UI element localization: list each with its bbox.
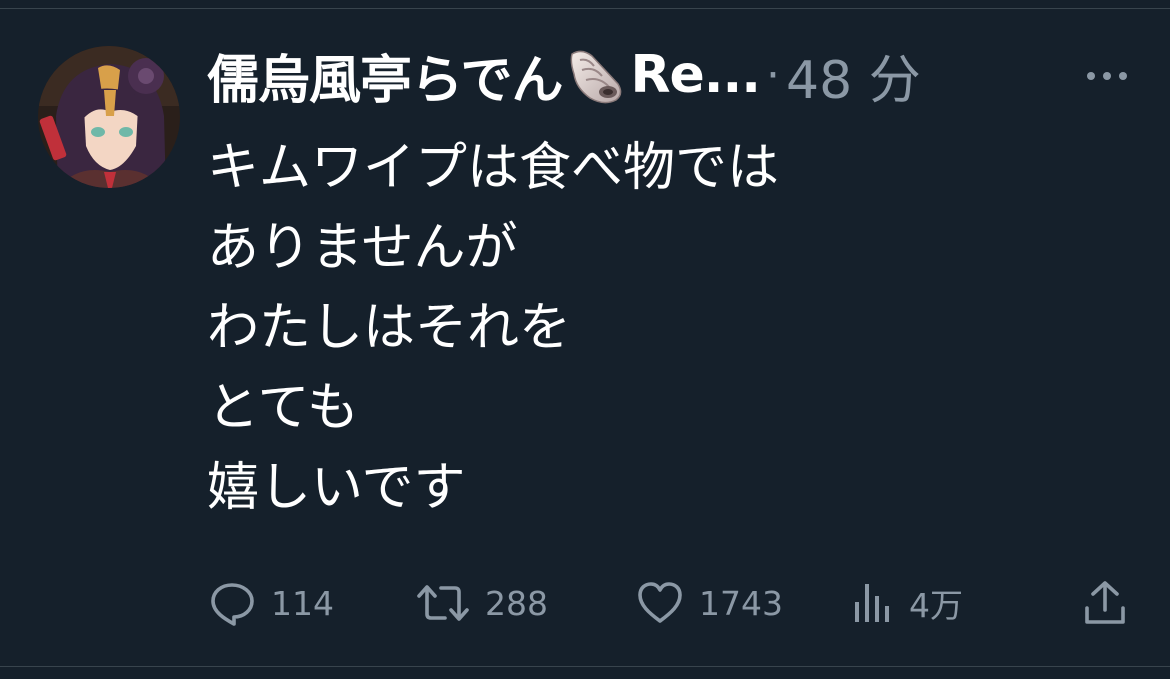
like-button[interactable]: 1743 bbox=[635, 578, 783, 628]
timestamp[interactable]: 48 分 bbox=[786, 38, 921, 113]
action-bar: 114 288 1743 4万 bbox=[207, 578, 1137, 628]
reply-icon bbox=[207, 578, 257, 628]
tweet-text-line: 嬉しいです bbox=[207, 458, 466, 518]
avatar[interactable] bbox=[38, 46, 180, 188]
bottom-divider bbox=[0, 666, 1170, 667]
heart-icon bbox=[635, 578, 685, 628]
display-name-suffix[interactable]: Re... bbox=[630, 45, 761, 105]
reply-button[interactable]: 114 bbox=[207, 578, 334, 628]
tweet-text-line: キムワイプは食べ物では bbox=[207, 138, 780, 198]
tweet-text-line: わたしはそれを bbox=[207, 298, 572, 358]
share-button[interactable] bbox=[1081, 578, 1129, 628]
tweet-text-line: とても bbox=[207, 378, 359, 438]
reply-count: 114 bbox=[271, 583, 334, 623]
spiral-shell-icon bbox=[566, 44, 628, 106]
display-name[interactable]: 儒烏風亭らでん bbox=[207, 38, 563, 113]
retweet-count: 288 bbox=[485, 583, 548, 623]
tweet-header: 儒烏風亭らでん Re... · 48 分 bbox=[207, 38, 1137, 113]
tweet-text-line: ありませんが bbox=[207, 218, 518, 278]
views-icon bbox=[851, 578, 895, 628]
more-icon[interactable] bbox=[1083, 64, 1131, 88]
retweet-button[interactable]: 288 bbox=[415, 578, 548, 628]
retweet-icon bbox=[415, 578, 471, 628]
like-count: 1743 bbox=[699, 583, 783, 623]
share-icon bbox=[1081, 578, 1129, 628]
views-count: 4万 bbox=[909, 586, 963, 625]
tweet-text: キムワイプは食べ物では ありませんが わたしはそれを とても 嬉しいです bbox=[207, 128, 1127, 528]
tweet[interactable]: 儒烏風亭らでん Re... · 48 分 キムワイプは食べ物では ありませんが … bbox=[0, 0, 1170, 679]
separator-dot: · bbox=[766, 49, 781, 101]
views-button[interactable]: 4万 bbox=[851, 578, 963, 628]
